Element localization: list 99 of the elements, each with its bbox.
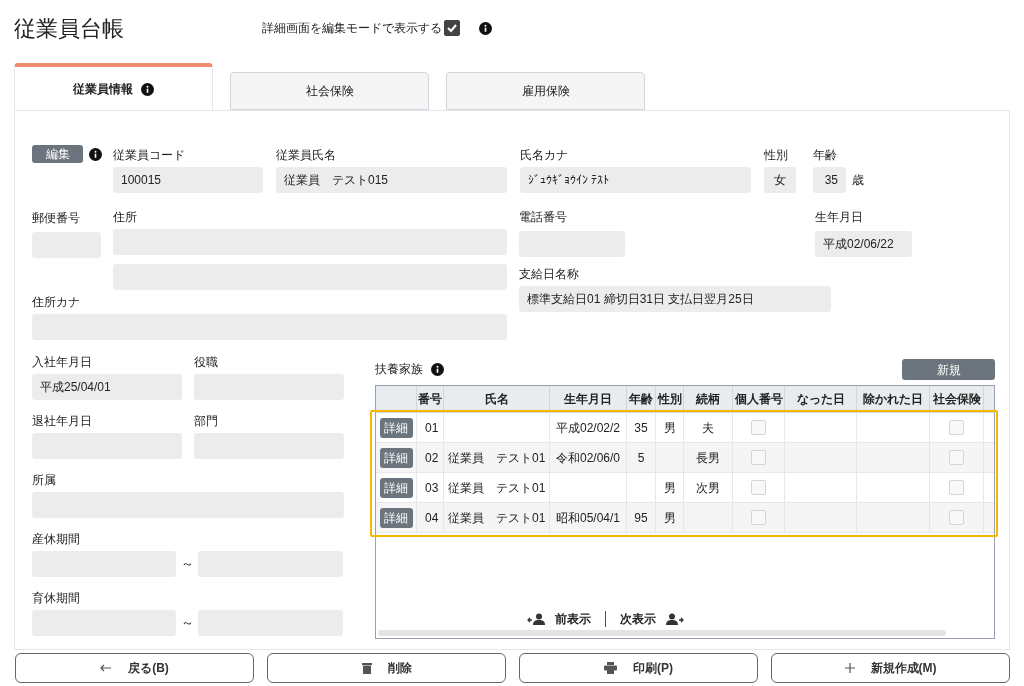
table-cell: 02 — [417, 443, 444, 472]
field-label: 育休期間 — [32, 590, 81, 606]
checkbox[interactable] — [751, 510, 766, 525]
field-label: 従業員氏名 — [276, 147, 337, 163]
column-header: 生年月日 — [550, 386, 627, 412]
table-cell: 令和02/06/0 — [550, 443, 627, 472]
field-label: 産休期間 — [32, 531, 81, 547]
tab[interactable]: 雇用保険 — [446, 72, 645, 110]
field-label: 電話番号 — [519, 209, 568, 225]
field-label: 所属 — [32, 472, 57, 488]
unit-label: 歳 — [852, 172, 864, 189]
field-label: 住所カナ — [32, 294, 81, 310]
table-cell: 従業員 テスト01 — [444, 443, 550, 472]
detail-button[interactable]: 詳細 — [379, 507, 413, 528]
page-title: 従業員台帳 — [14, 14, 125, 43]
table-cell: 01 — [417, 413, 444, 442]
column-header: 社会保険 — [930, 386, 984, 412]
table-row[interactable]: 詳細 01 平成02/02/2 35 男 夫 — [376, 413, 994, 443]
left-arrow-icon — [100, 663, 113, 673]
checkbox[interactable] — [751, 450, 766, 465]
tab[interactable]: 従業員情報 — [14, 63, 213, 111]
table-cell: 昭和05/04/1 — [550, 503, 627, 532]
table-row[interactable]: 詳細 03 従業員 テスト01 男 次男 — [376, 473, 994, 503]
table-cell: 男 — [656, 473, 684, 502]
input-field[interactable]: 35 — [813, 167, 846, 193]
input-field[interactable]: 平成25/04/01 — [32, 374, 182, 400]
table-cell: 35 — [627, 413, 656, 442]
column-header: 年齢 — [627, 386, 656, 412]
column-header: 番号 — [417, 386, 444, 412]
footer-button[interactable]: 新規作成(M) — [771, 653, 1010, 683]
field-label: 年齢 — [813, 147, 838, 163]
arrow-person-icon — [665, 613, 684, 625]
table-cell: 男 — [656, 413, 684, 442]
footer-button[interactable]: 戻る(B) — [15, 653, 254, 683]
column-header: 個人番号 — [733, 386, 785, 412]
input-field[interactable]: 標準支給日01 締切日31日 支払日翌月25日 — [519, 286, 831, 312]
table-cell: 03 — [417, 473, 444, 502]
field-label: 氏名カナ — [520, 147, 569, 163]
table-cell: 男 — [656, 503, 684, 532]
column-header: 続柄 — [684, 386, 733, 412]
info-icon[interactable] — [431, 362, 444, 376]
checkbox[interactable] — [751, 480, 766, 495]
field-label: 住所 — [113, 209, 138, 225]
range-separator: ～ — [179, 555, 195, 574]
field-label: 生年月日 — [815, 209, 864, 225]
printer-icon — [604, 662, 617, 674]
table-cell: 長男 — [684, 443, 733, 472]
detail-button[interactable]: 詳細 — [379, 447, 413, 468]
detail-button[interactable]: 詳細 — [379, 477, 413, 498]
field-label: 性別 — [764, 147, 789, 163]
trash-icon — [361, 662, 372, 674]
checkbox[interactable] — [949, 510, 964, 525]
table-row[interactable]: 詳細 02 従業員 テスト01 令和02/06/0 5 長男 — [376, 443, 994, 473]
field-label: 入社年月日 — [32, 354, 93, 370]
footer-button[interactable]: 削除 — [267, 653, 506, 683]
input-field[interactable]: 平成02/06/22 — [815, 231, 912, 257]
column-header: なった日 — [785, 386, 857, 412]
checkbox[interactable] — [949, 420, 964, 435]
info-icon[interactable] — [479, 21, 492, 35]
range-separator: ～ — [179, 614, 195, 633]
table-cell: 次男 — [684, 473, 733, 502]
checkbox[interactable] — [949, 480, 964, 495]
column-header: 性別 — [656, 386, 684, 412]
footer-button[interactable]: 印刷(P) — [519, 653, 758, 683]
plus-icon — [844, 663, 855, 673]
field-label: 郵便番号 — [32, 210, 81, 226]
field-label: 支給日名称 — [519, 266, 580, 282]
checkbox-label: 詳細画面を編集モードで表示する — [262, 20, 442, 37]
input-field[interactable]: 100015 — [113, 167, 263, 193]
table-cell: 従業員 テスト01 — [444, 473, 550, 502]
section-title: 扶養家族 — [375, 361, 423, 378]
field-label: 退社年月日 — [32, 413, 93, 429]
table-cell: 従業員 テスト01 — [444, 503, 550, 532]
info-icon[interactable] — [89, 147, 102, 161]
tab[interactable]: 社会保険 — [230, 72, 429, 110]
field-label: 役職 — [194, 354, 219, 370]
edit-button[interactable]: 編集 — [32, 145, 83, 163]
arrow-person-icon — [526, 613, 545, 625]
checkbox[interactable] — [949, 450, 964, 465]
input-field[interactable]: 従業員 テスト015 — [276, 167, 507, 193]
table-cell: 平成02/02/2 — [550, 413, 627, 442]
table-cell: 5 — [627, 443, 656, 472]
next-button[interactable]: 次表示 — [619, 610, 684, 628]
table-row[interactable]: 詳細 04 従業員 テスト01 昭和05/04/1 95 男 — [376, 503, 994, 533]
input-field[interactable]: ｼﾞｭｳｷﾞｮｳｲﾝ ﾃｽﾄ — [520, 167, 751, 193]
previous-button[interactable]: 前表示 — [526, 610, 591, 628]
horizontal-scrollbar[interactable] — [378, 630, 946, 636]
table-cell: 04 — [417, 503, 444, 532]
new-button[interactable]: 新規 — [902, 359, 995, 380]
field-label: 従業員コード — [113, 147, 186, 163]
detail-button[interactable]: 詳細 — [379, 417, 413, 438]
column-header: 氏名 — [444, 386, 550, 412]
table-cell: 95 — [627, 503, 656, 532]
table-cell: 夫 — [684, 413, 733, 442]
checkbox[interactable] — [444, 20, 460, 36]
field-label: 部門 — [194, 413, 219, 429]
checkbox[interactable] — [751, 420, 766, 435]
column-header: 除かれた日 — [857, 386, 930, 412]
input-field[interactable]: 女 — [764, 167, 796, 193]
